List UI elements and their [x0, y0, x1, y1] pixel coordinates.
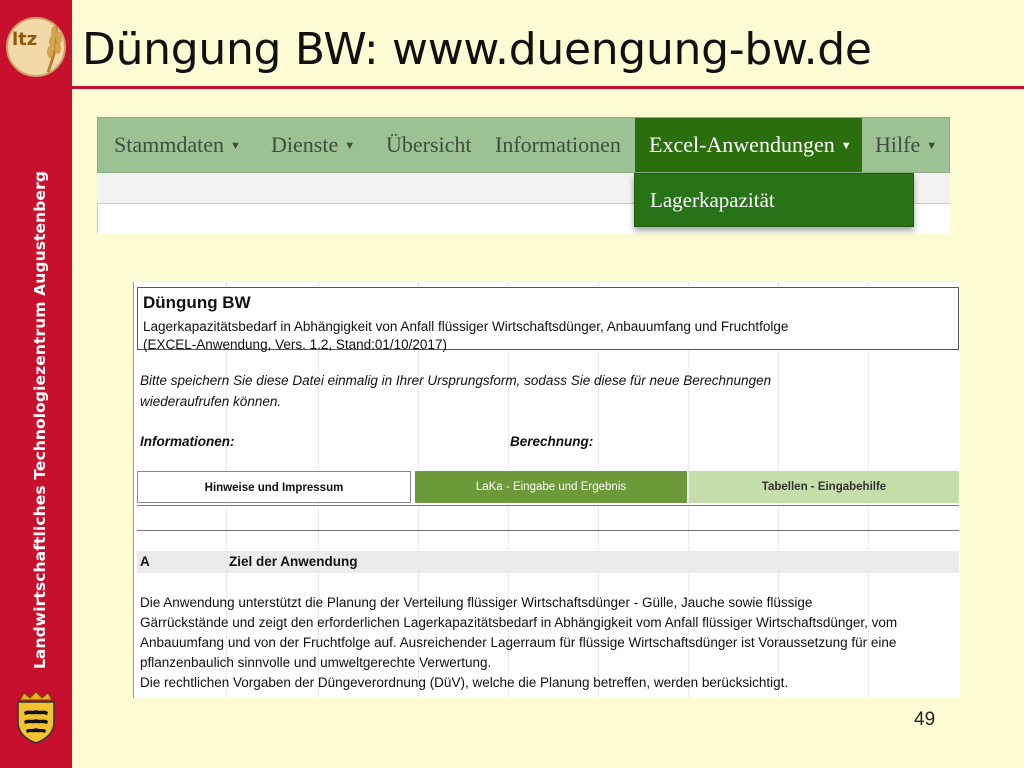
page-number: 49 — [914, 709, 936, 730]
nav-item-informationen[interactable]: Informationen — [495, 118, 621, 172]
description-line: Die Anwendung unterstützt die Planung de… — [140, 595, 813, 610]
excel-sheet-screenshot: Düngung BW Lagerkapazitätsbedarf in Abhä… — [133, 282, 960, 698]
info-label: Informationen: — [140, 434, 235, 449]
caret-down-icon: ▼ — [229, 140, 241, 152]
side-band: ltz Landwirtschaftliches Technologiezent… — [0, 0, 72, 768]
description-line: pflanzenbaulich sinnvolle und umweltgere… — [140, 655, 492, 670]
section-letter: A — [140, 554, 150, 569]
organization-vertical-text: Landwirtschaftliches Technologiezentrum … — [31, 170, 49, 670]
website-screenshot: Stammdaten ▼ Dienste ▼ Übersicht Informati… — [97, 117, 950, 234]
nav-item-label: Excel-Anwendungen — [649, 132, 835, 157]
nav-item-uebersicht[interactable]: Übersicht — [386, 118, 472, 172]
nav-item-hilfe[interactable]: Hilfe ▼ — [875, 118, 937, 172]
save-note-line2: wiederaufrufen können. — [140, 394, 282, 409]
nav-item-label: Stammdaten — [114, 132, 224, 157]
nav-item-label: Informationen — [495, 132, 621, 157]
sheet-header-box: Düngung BW Lagerkapazitätsbedarf in Abhä… — [137, 287, 959, 352]
caret-down-icon: ▼ — [344, 140, 356, 152]
row-divider — [137, 530, 959, 531]
description-line: Anbauumfang und von der Fruchtfolge auf.… — [140, 635, 897, 650]
nav-item-dienste[interactable]: Dienste ▼ — [271, 118, 355, 172]
caret-down-icon: ▼ — [840, 140, 852, 152]
section-title: Ziel der Anwendung — [229, 554, 358, 569]
tabellen-eingabehilfe-button[interactable]: Tabellen - Eingabehilfe — [689, 471, 959, 503]
excel-dropdown-menu: Lagerkapazität — [634, 173, 914, 227]
save-note-line1: Bitte speichern Sie diese Datei einmalig… — [140, 373, 772, 388]
nav-item-label: Hilfe — [875, 132, 921, 157]
nav-item-label: Übersicht — [386, 132, 472, 157]
nav-item-stammdaten[interactable]: Stammdaten ▼ — [114, 118, 241, 172]
row-divider — [137, 505, 959, 506]
coat-of-arms-icon — [17, 691, 55, 744]
website-navbar: Stammdaten ▼ Dienste ▼ Übersicht Informati… — [97, 117, 950, 173]
description-line: Die rechtlichen Vorgaben der Düngeverord… — [140, 675, 789, 690]
description-line: Gärrückstände und zeigt den erforderlich… — [140, 615, 898, 630]
slide-title: Düngung BW: www.duengung-bw.de — [82, 24, 872, 75]
title-divider — [72, 86, 1024, 89]
laka-eingabe-button[interactable]: LaKa - Eingabe und Ergebnis — [415, 471, 687, 503]
caret-down-icon: ▼ — [926, 140, 938, 152]
nav-item-excel-anwendungen[interactable]: Excel-Anwendungen ▼ — [635, 118, 862, 172]
calc-label: Berechnung: — [510, 434, 594, 449]
section-header: A Ziel der Anwendung — [137, 551, 959, 573]
sheet-heading: Düngung BW — [143, 293, 251, 312]
dropdown-item-lagerkapazitaet[interactable]: Lagerkapazität — [650, 174, 775, 226]
svg-text:ltz: ltz — [12, 29, 37, 50]
ltz-logo-icon: ltz — [6, 17, 66, 77]
nav-item-label: Dienste — [271, 132, 339, 157]
sheet-version: (EXCEL-Anwendung, Vers. 1.2, Stand:01/10… — [143, 337, 447, 352]
hinweise-impressum-button[interactable]: Hinweise und Impressum — [137, 471, 411, 503]
sheet-subtitle: Lagerkapazitätsbedarf in Abhängigkeit vo… — [143, 319, 789, 334]
